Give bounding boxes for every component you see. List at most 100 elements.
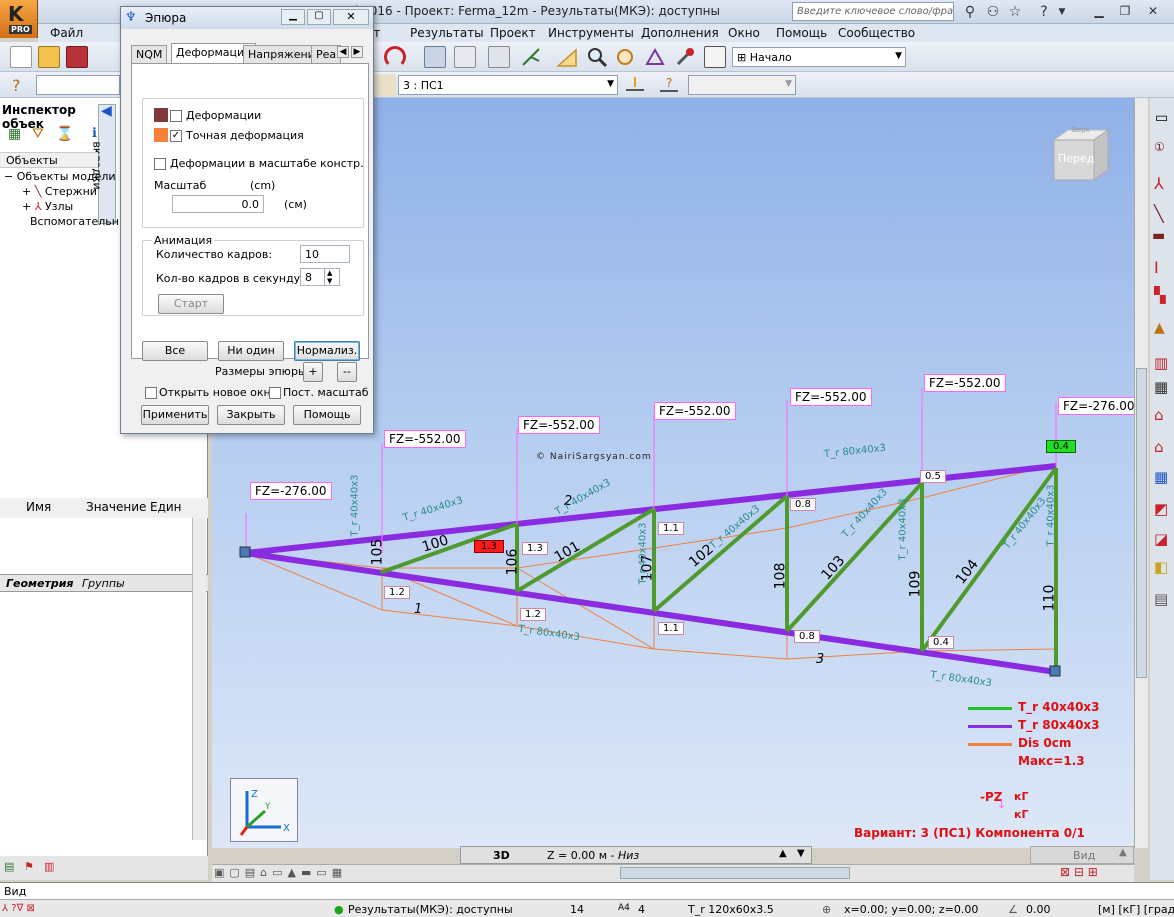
new-file-icon[interactable] [10, 46, 32, 68]
menu-tools[interactable]: Инструменты [548, 26, 634, 40]
plates-icon[interactable]: ▚ [1154, 286, 1166, 304]
hourglass-icon[interactable]: ⌛ [56, 126, 73, 142]
tree-item-model-objects[interactable]: − Объекты модели [4, 170, 116, 183]
frame-icon[interactable]: ⌂ [1154, 438, 1164, 456]
grid-lines-icon[interactable]: ▦ [1154, 378, 1168, 396]
web-members[interactable] [380, 466, 1058, 670]
tab-geometry[interactable]: Геометрия [6, 577, 74, 590]
tab-nqm[interactable]: NQM [131, 45, 168, 63]
chevron-down-icon[interactable]: ▼ [797, 848, 805, 859]
viewport-vscrollbar[interactable] [1134, 98, 1148, 848]
exact-deformation-checkbox[interactable]: ✓ [170, 130, 182, 142]
scroll-thumb[interactable] [1136, 368, 1147, 678]
fps-stepper[interactable]: ▲ ▼ [324, 269, 332, 285]
zoom-window-icon[interactable] [614, 46, 636, 68]
open-folder-icon[interactable] [38, 46, 60, 68]
tree-item-nodes[interactable]: + ⅄ Узлы [22, 200, 73, 213]
filter-icon[interactable]: ⛛ [32, 126, 44, 142]
menu-addons[interactable]: Дополнения [641, 26, 719, 40]
tab-scroll-right-icon[interactable]: ▶ [351, 46, 363, 58]
layers-icon[interactable]: ▤ [1154, 590, 1168, 608]
loadcase-icon[interactable] [374, 74, 396, 96]
snap-icons[interactable]: ▣▢▤⌂▭▲▬▭▦ [214, 866, 414, 881]
node-icon[interactable] [520, 46, 542, 68]
load-arrow-icon[interactable] [624, 74, 646, 96]
app-logo[interactable]: K PRO [0, 0, 38, 38]
view-cube[interactable]: Перед Верх [1050, 126, 1110, 184]
dialog-minimize-button[interactable]: ▁ [281, 9, 305, 25]
ibeam-icon[interactable]: Ⅰ [1154, 258, 1159, 277]
table-results-icon[interactable] [454, 46, 476, 68]
help-pointer-icon[interactable]: ? [8, 74, 30, 96]
menu-project[interactable]: Проект [490, 26, 536, 40]
tree-toggle-icon[interactable]: − [4, 170, 13, 183]
menu-file[interactable]: Файл [50, 26, 83, 40]
size-increase-button[interactable]: + [303, 362, 323, 382]
close-window-button[interactable]: ✕ [1140, 2, 1166, 20]
chevron-up-icon[interactable]: ▲ [1119, 847, 1127, 858]
grid-icon[interactable] [704, 46, 726, 68]
open-new-window-checkbox[interactable] [145, 387, 157, 399]
star-icon[interactable]: ☆ [1007, 4, 1023, 20]
info-icon[interactable]: ℹ [92, 126, 97, 141]
size-decrease-button[interactable]: -- [337, 362, 357, 382]
close-button[interactable]: Закрыть [217, 405, 285, 425]
table-icon[interactable]: ▥ [44, 860, 54, 873]
help-icon[interactable]: ? [1036, 4, 1052, 20]
support-icon[interactable]: ⅄ [1154, 174, 1164, 193]
tabs-side-panel[interactable]: ◀ вкладки [91, 103, 116, 224]
column-value[interactable]: Значение [86, 500, 146, 514]
menu-help[interactable]: Помощь [776, 26, 827, 40]
select-all-button[interactable]: Все [142, 341, 208, 361]
select-none-button[interactable]: Ни один [218, 341, 284, 361]
bottom-tool-icon[interactable]: ⊠ ⊟ ⊞ [1060, 865, 1098, 879]
node-number-icon[interactable]: ① [1154, 140, 1165, 154]
slab-icon[interactable]: ◩ [1154, 500, 1168, 518]
wireframe-icon[interactable] [644, 46, 666, 68]
disabled-combo[interactable]: ▼ [688, 75, 796, 95]
cursor-icon[interactable]: ▭ [1155, 110, 1168, 126]
loadcase-combo[interactable]: 3 : ПС1 ▼ [398, 75, 618, 95]
model-tree-icon[interactable]: ▦ [8, 126, 21, 142]
flag-icon[interactable]: ⚑ [24, 860, 34, 873]
tree-toggle-icon[interactable]: + [22, 185, 31, 198]
zoom-icon[interactable] [586, 46, 608, 68]
filter-combo[interactable] [36, 75, 120, 95]
column-unit[interactable]: Един [150, 500, 182, 514]
print-icon[interactable] [488, 46, 510, 68]
building-icon[interactable]: ⌂ [1154, 406, 1164, 424]
view-combo[interactable]: ⊞ Начало ▼ [732, 47, 906, 67]
deformations-checkbox[interactable] [170, 110, 182, 122]
redo-icon[interactable] [384, 46, 406, 68]
load-icon[interactable]: ▲ [1154, 320, 1165, 336]
inspector-scrollbar[interactable] [192, 518, 206, 840]
measure-icon[interactable] [556, 46, 578, 68]
frames-input[interactable]: 10 [300, 245, 350, 263]
tree-view-icon[interactable]: ▤ [4, 860, 14, 873]
binoculars-icon[interactable]: ⚲ [962, 4, 978, 20]
tab-groups[interactable]: Группы [82, 577, 125, 590]
tab-scroll-left-icon[interactable]: ◀ [337, 46, 349, 58]
menu-results[interactable]: Результаты [410, 26, 484, 40]
load-combo-icon[interactable]: ? [658, 74, 680, 96]
column-name[interactable]: Имя [26, 500, 51, 514]
tree-item-bars[interactable]: + ╲ Стержни [22, 185, 97, 198]
normalize-button[interactable]: Нормализ. [294, 341, 360, 361]
dialog-close-button[interactable]: ✕ [333, 9, 369, 25]
tree-toggle-icon[interactable]: + [22, 200, 31, 213]
network-icon[interactable]: ⚇ [985, 4, 1001, 20]
arrow-left-icon[interactable]: ◀ [101, 103, 112, 119]
view-3d-label[interactable]: 3D [493, 849, 510, 862]
dialog-title-bar[interactable]: ♆ Эпюра ▁ ▢ ✕ [121, 7, 373, 29]
section-icon[interactable]: ▬ [1152, 228, 1165, 244]
search-input[interactable]: Введите ключевое слово/фразу [792, 2, 954, 21]
command-line[interactable]: Вид [0, 882, 1174, 899]
column-icon[interactable]: ▥ [1154, 354, 1168, 372]
dialog-maximize-button[interactable]: ▢ [307, 9, 331, 25]
box-icon[interactable]: ◧ [1154, 558, 1168, 576]
menu-window[interactable]: Окно [728, 26, 760, 40]
start-button[interactable]: Старт [158, 294, 224, 314]
menu-community[interactable]: Сообщество [838, 26, 915, 40]
help-dropdown-icon[interactable]: ▼ [1054, 4, 1070, 20]
const-scale-checkbox[interactable] [269, 387, 281, 399]
